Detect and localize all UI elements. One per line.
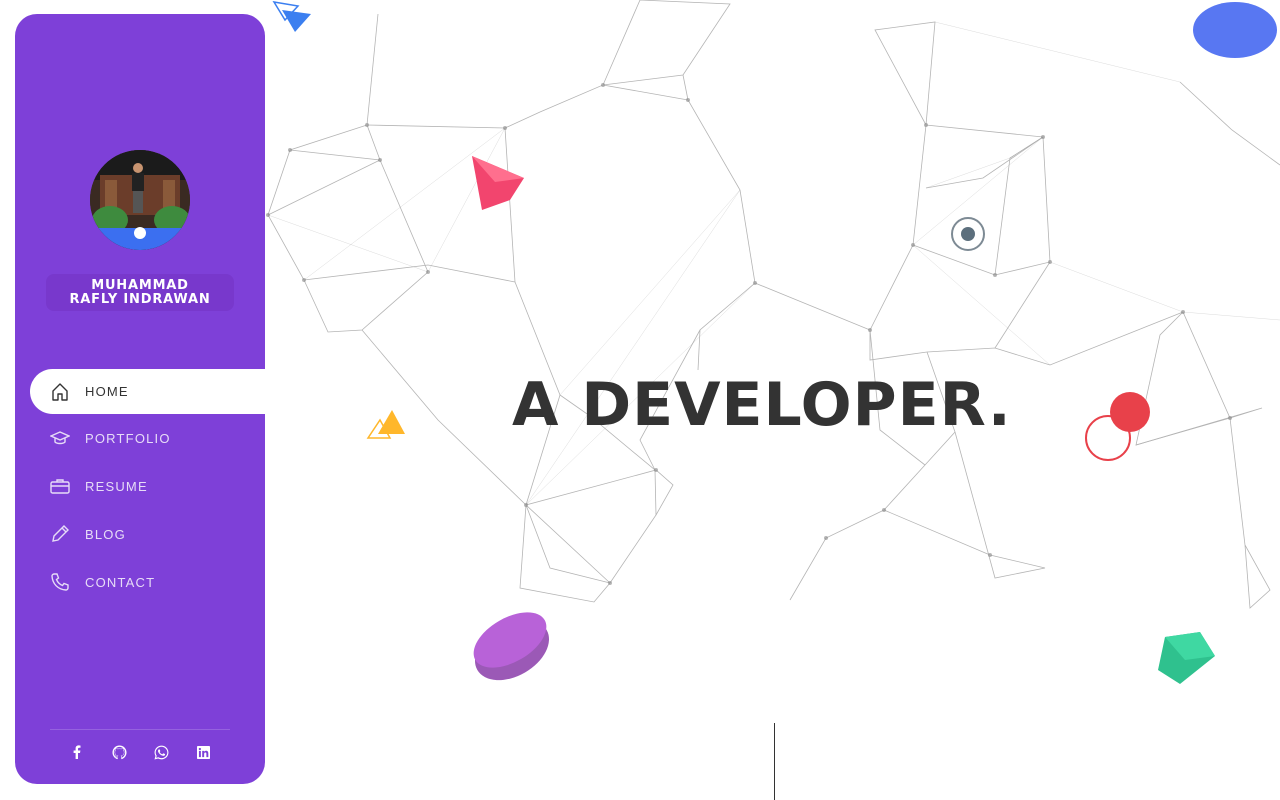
- linkedin-icon[interactable]: [195, 744, 211, 760]
- whatsapp-icon[interactable]: [153, 744, 169, 760]
- red-circle-shape: [1085, 392, 1150, 461]
- nav-item-label: RESUME: [85, 478, 148, 494]
- social-links: [15, 744, 265, 760]
- blue-blur-shape: [1193, 2, 1277, 58]
- facebook-icon[interactable]: [69, 744, 85, 760]
- sidebar: MUHAMMAD RAFLY INDRAWAN HOME PORTFOLIO R…: [15, 14, 265, 784]
- ring-dot-shape: [951, 217, 985, 251]
- avatar: [90, 150, 190, 250]
- profile-card: MUHAMMAD RAFLY INDRAWAN: [15, 14, 265, 369]
- nav-item-contact[interactable]: CONTACT: [15, 558, 265, 606]
- profile-name: MUHAMMAD RAFLY INDRAWAN: [69, 277, 211, 307]
- main-nav: HOME PORTFOLIO RESUME BLOG CONTACT: [15, 369, 265, 606]
- briefcase-icon: [50, 476, 70, 496]
- github-icon[interactable]: [111, 744, 127, 760]
- scroll-indicator-line: [774, 723, 775, 800]
- nav-item-home[interactable]: HOME: [30, 369, 265, 414]
- page: MUHAMMAD RAFLY INDRAWAN HOME PORTFOLIO R…: [0, 0, 1280, 800]
- graduation-cap-icon: [50, 428, 70, 448]
- pink-gem-shape: [472, 156, 524, 210]
- nav-item-label: PORTFOLIO: [85, 430, 171, 446]
- profile-name-box: MUHAMMAD RAFLY INDRAWAN: [46, 274, 234, 311]
- purple-disc-shape: [473, 612, 549, 681]
- nav-item-blog[interactable]: BLOG: [15, 510, 265, 558]
- hero-title: A DEVELOPER.: [512, 370, 1012, 440]
- phone-icon: [50, 572, 70, 592]
- green-gem-shape: [1158, 632, 1215, 684]
- blue-triangle-shape: [272, 0, 311, 32]
- nav-item-resume[interactable]: RESUME: [15, 462, 265, 510]
- nav-item-label: BLOG: [85, 526, 126, 542]
- sidebar-divider: [50, 729, 230, 730]
- nav-item-portfolio[interactable]: PORTFOLIO: [15, 414, 265, 462]
- nav-item-label: CONTACT: [85, 574, 156, 590]
- yellow-triangle-shape: [366, 410, 405, 439]
- pencil-icon: [50, 524, 70, 544]
- nav-item-label: HOME: [85, 384, 129, 399]
- home-icon: [50, 382, 70, 402]
